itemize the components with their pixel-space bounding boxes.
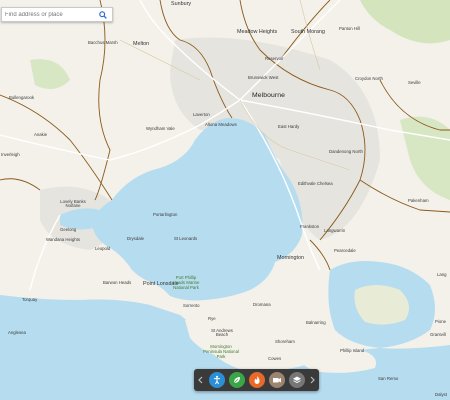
map-label: Meadow Heights <box>237 29 278 35</box>
prev-arrow-icon[interactable] <box>197 372 205 388</box>
layer-toolbar <box>194 369 319 391</box>
search-box[interactable] <box>1 7 113 22</box>
search-input[interactable] <box>2 8 97 21</box>
map-label: Panton Hill <box>339 26 360 31</box>
fire-icon <box>254 376 260 384</box>
map-label: Pakenham <box>408 198 429 203</box>
accessibility-button[interactable] <box>208 372 225 388</box>
map-label: Anakie <box>34 132 48 137</box>
map-label: St Andrews Beach <box>211 328 233 338</box>
map-label: Wandana Heights <box>46 237 80 242</box>
map-label: Brunswick West <box>248 75 279 80</box>
map-label: Dandenong North <box>329 149 363 154</box>
camera-button[interactable] <box>268 372 285 388</box>
map-label: Rye <box>208 316 216 321</box>
fire-button[interactable] <box>248 372 265 388</box>
layers-button[interactable] <box>288 372 305 388</box>
map-label: Inverleigh <box>1 152 20 157</box>
next-arrow-icon[interactable] <box>309 372 317 388</box>
map-label: Laverton <box>193 112 210 117</box>
map-label: Melbourne <box>252 92 286 99</box>
map-label: Geelong <box>60 227 77 232</box>
map-label: Lang <box>437 272 447 277</box>
map-label: Phillip Island <box>340 348 365 353</box>
map-label: Lovely Banks Norlane <box>60 199 86 209</box>
map-label: Bullengarook <box>9 95 35 100</box>
map-label: San Remo <box>378 376 399 381</box>
map-label: Torquay <box>22 297 38 302</box>
accessibility-icon <box>213 375 220 385</box>
map-label: Wyndham Vale <box>146 126 175 131</box>
layers-icon <box>292 376 301 384</box>
map-label: Portarlington <box>153 212 178 217</box>
leaf-icon <box>233 377 240 384</box>
map-label: Balnarring <box>306 320 326 325</box>
map-label: Cowes <box>268 356 282 361</box>
map-label: Anglesea <box>8 330 26 335</box>
map-label: Barwon Heads <box>103 280 132 285</box>
map-label: East Hardy <box>278 124 300 129</box>
map-label: Reservoir <box>265 56 284 61</box>
map-label: Langwarrin <box>324 228 346 233</box>
french-island <box>354 285 409 325</box>
map-label: Dromana <box>253 302 271 307</box>
map-label: Sunbury <box>171 1 192 7</box>
map-label: Altona Meadows <box>205 122 237 127</box>
map-canvas[interactable]: Sunbury Meadow Heights South Morang Pant… <box>0 0 450 400</box>
map-label: Croydon North <box>355 76 383 81</box>
map-label: Grantvill <box>430 332 446 337</box>
map-label: Dalyst <box>435 392 447 397</box>
video-camera-icon <box>272 378 281 383</box>
map-label: Drysdale <box>127 236 144 241</box>
map-label: Seville <box>408 80 421 85</box>
map-label: Melton <box>133 41 150 47</box>
map-label: Frankston <box>300 224 320 229</box>
map-label: Bacchus Marsh <box>88 40 118 45</box>
map-label: Pione <box>435 319 446 324</box>
map-label: Mornington Peninsula National Park <box>203 344 239 359</box>
search-icon[interactable] <box>97 8 109 21</box>
map-label: Edithvale Chelsea <box>298 181 333 186</box>
map-label: Sorrento <box>183 303 200 308</box>
map-label: Shoreham <box>275 339 295 344</box>
map-label: St Leonards <box>174 236 198 241</box>
map-label: Pearcedale <box>334 248 356 253</box>
map-label: Mornington <box>277 255 304 261</box>
map-label: Port Phillip Heads Marine National Park <box>172 275 200 290</box>
map-label: South Morang <box>291 29 325 35</box>
environment-button[interactable] <box>228 372 245 388</box>
map-label: Leopold <box>95 246 111 251</box>
